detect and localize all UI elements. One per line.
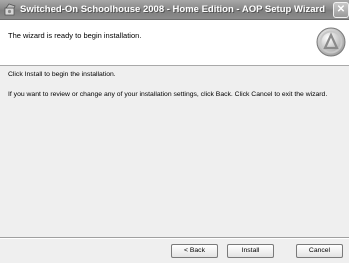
back-button[interactable]: < Back [171, 244, 218, 258]
header-text: The wizard is ready to begin installatio… [8, 31, 142, 40]
review-text: If you want to review or change any of y… [8, 91, 328, 98]
close-button[interactable]: ✕ [333, 2, 349, 18]
instruction-text: Click Install to begin the installation. [8, 71, 116, 78]
install-button[interactable]: Install [227, 244, 274, 258]
title-bar: Switched-On Schoolhouse 2008 - Home Edit… [0, 0, 349, 20]
wizard-header [0, 20, 349, 66]
installer-icon [3, 3, 17, 17]
cancel-button[interactable]: Cancel [296, 244, 343, 258]
window-title: Switched-On Schoolhouse 2008 - Home Edit… [20, 4, 326, 15]
aop-logo-icon [316, 27, 346, 57]
